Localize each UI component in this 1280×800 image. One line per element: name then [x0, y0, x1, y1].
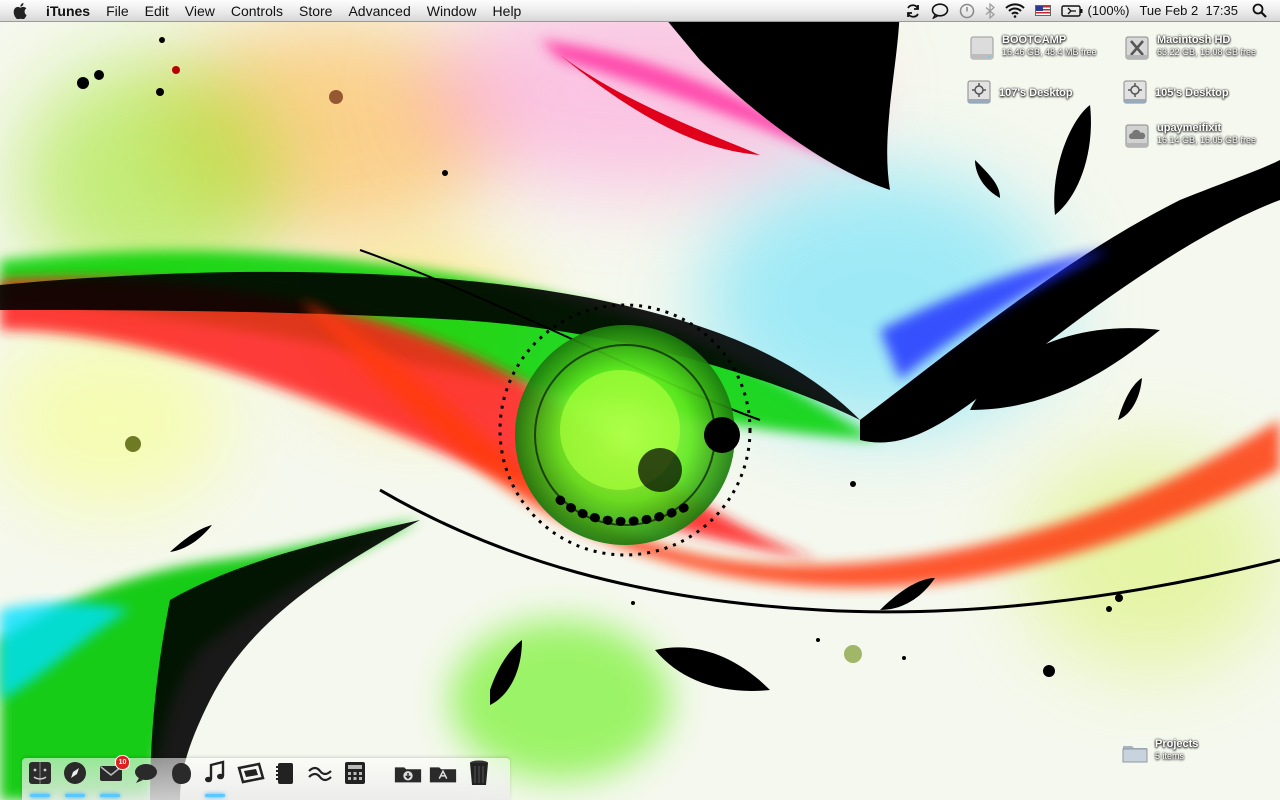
- applications-folder-icon: [429, 767, 457, 783]
- menu-bar: iTunes File Edit View Controls Store Adv…: [0, 0, 1280, 22]
- menu-advanced[interactable]: Advanced: [340, 0, 418, 22]
- input-source-flag-icon[interactable]: [1034, 0, 1051, 22]
- apple-logo-icon: [13, 2, 27, 19]
- trash-icon: [470, 760, 488, 785]
- dock-notebook[interactable]: [270, 758, 300, 788]
- chat-bubble-icon[interactable]: [931, 0, 949, 22]
- dock-ichat[interactable]: [131, 758, 161, 788]
- dock-textedit[interactable]: [305, 758, 335, 788]
- macintosh-hd-name: Macintosh HD: [1157, 34, 1231, 46]
- preview-icon: [237, 762, 265, 784]
- dock-preview[interactable]: [236, 758, 266, 788]
- dock-itunes[interactable]: [200, 758, 230, 788]
- desktop-icon-upaymeifixit[interactable]: upaymeifixit 16.14 GB, 16.05 GB free: [1123, 122, 1256, 150]
- menu-edit[interactable]: Edit: [137, 0, 177, 22]
- hard-drive-icon: [970, 36, 994, 60]
- finder-icon: [29, 762, 51, 784]
- menu-view[interactable]: View: [177, 0, 223, 22]
- apple-menu[interactable]: [0, 0, 40, 22]
- calculator-icon: [345, 762, 365, 784]
- running-indicator-itunes: [205, 794, 225, 797]
- wifi-icon[interactable]: [1004, 0, 1025, 22]
- dock-calculator[interactable]: [340, 758, 370, 788]
- status-area: (100%) Tue Feb 2 17:35: [900, 0, 1280, 22]
- network-share-icon: [1123, 80, 1147, 104]
- menu-controls[interactable]: Controls: [223, 0, 291, 22]
- menu-window[interactable]: Window: [419, 0, 485, 22]
- projects-name: Projects: [1155, 738, 1199, 750]
- desktop-icon-107s-desktop[interactable]: 107's Desktop: [965, 78, 1073, 106]
- spotlight-search-icon[interactable]: [1252, 0, 1267, 22]
- running-indicator-mail: [100, 794, 120, 797]
- textedit-icon: [308, 766, 332, 782]
- upaymeifixit-info: 16.14 GB, 16.05 GB free: [1157, 135, 1257, 145]
- menu-file[interactable]: File: [98, 0, 137, 22]
- bootcamp-info: 16.46 GB, 48.4 MB free: [1002, 47, 1097, 57]
- sync-icon[interactable]: [905, 0, 921, 22]
- dock-trash[interactable]: [464, 758, 494, 788]
- menu-store[interactable]: Store: [291, 0, 340, 22]
- upaymeifixit-name: upaymeifixit: [1157, 122, 1222, 134]
- menubar-clock[interactable]: Tue Feb 2 17:35: [1139, 3, 1238, 18]
- running-indicator-finder: [30, 794, 50, 797]
- desktop-icon-projects[interactable]: Projects 5 items: [1121, 738, 1198, 766]
- dock-adium[interactable]: [166, 758, 196, 788]
- desktop-wallpaper: [0, 0, 1280, 800]
- macintosh-hd-info: 63.22 GB, 16.08 GB free: [1157, 47, 1257, 57]
- 105s-desktop-name: 105's Desktop: [1155, 87, 1229, 99]
- desktop-icon-macintosh-hd[interactable]: Macintosh HD 63.22 GB, 16.08 GB free: [1123, 34, 1256, 62]
- network-share-icon: [967, 80, 991, 104]
- notebook-icon: [276, 763, 293, 784]
- dock-finder[interactable]: [25, 758, 55, 788]
- dock-downloads-folder[interactable]: [393, 758, 423, 788]
- dock-applications-folder[interactable]: [428, 758, 458, 788]
- running-indicator-safari: [65, 794, 85, 797]
- ichat-icon: [135, 764, 157, 783]
- hard-drive-x-icon: [1125, 36, 1149, 60]
- cloud-drive-icon: [1125, 124, 1149, 148]
- downloads-folder-icon: [394, 767, 422, 783]
- desktop-icon-105s-desktop[interactable]: 105's Desktop: [1121, 78, 1229, 106]
- folder-icon: [1122, 746, 1148, 763]
- bluetooth-icon[interactable]: [985, 0, 995, 22]
- safari-icon: [64, 762, 86, 784]
- desktop-icon-bootcamp[interactable]: BOOTCAMP 16.46 GB, 48.4 MB free: [968, 34, 1097, 62]
- time-machine-icon[interactable]: [959, 0, 975, 22]
- 107s-desktop-name: 107's Desktop: [999, 87, 1073, 99]
- mail-unread-badge: 10: [115, 755, 130, 770]
- itunes-icon: [205, 760, 225, 783]
- projects-info: 5 items: [1155, 751, 1185, 761]
- dock-safari[interactable]: [60, 758, 90, 788]
- battery-icon[interactable]: [1060, 0, 1083, 22]
- menu-help[interactable]: Help: [485, 0, 530, 22]
- menu-itunes[interactable]: iTunes: [40, 0, 98, 22]
- battery-percent[interactable]: (100%): [1088, 3, 1130, 18]
- adium-icon: [172, 763, 191, 784]
- bootcamp-name: BOOTCAMP: [1002, 34, 1067, 46]
